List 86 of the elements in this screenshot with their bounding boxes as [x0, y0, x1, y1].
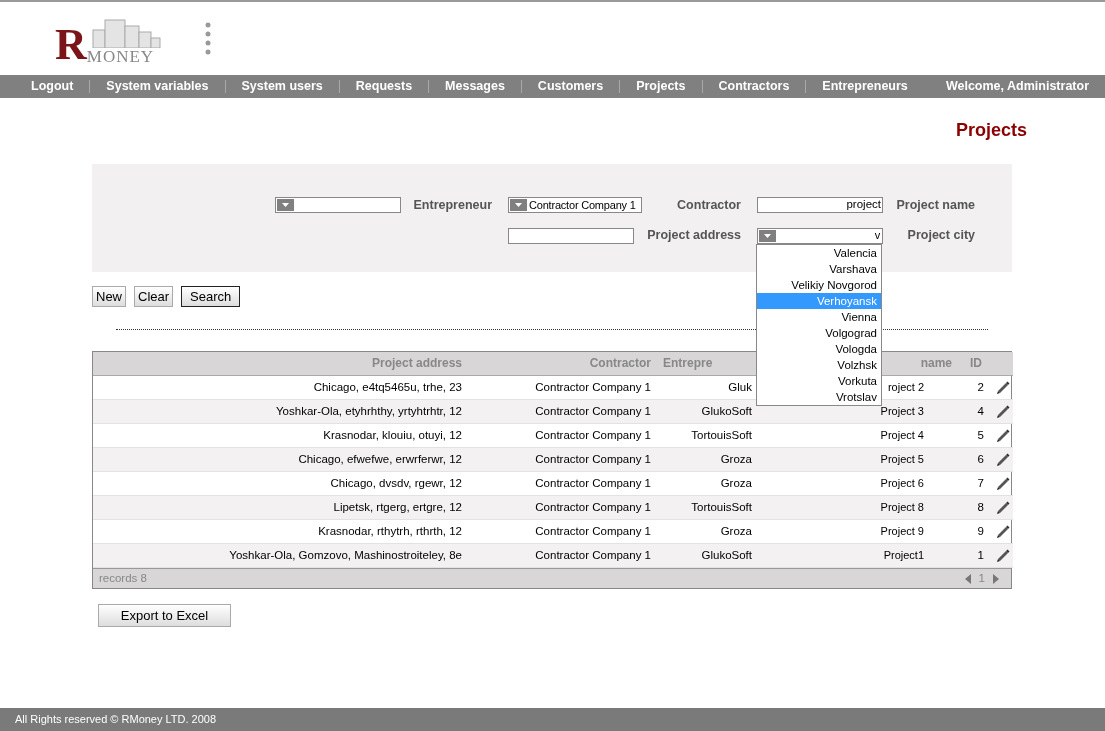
table-cell: Contractor Company 1 — [468, 543, 657, 568]
page-title: Projects — [954, 119, 1028, 142]
table-cell: Project 9 — [758, 519, 958, 544]
dropdown-field[interactable]: Contractor Company 1 — [508, 196, 642, 213]
table-cell: Gluk — [657, 375, 758, 400]
table-cell: Project 8 — [758, 495, 958, 520]
nav-link-item[interactable]: Logout — [15, 80, 90, 93]
table-cell: Krasnodar, klouiu, otuyi, 12 — [93, 423, 468, 448]
pencil-icon[interactable] — [995, 475, 1011, 492]
table-cell: Chicago, e4tq5465u, trhe, 23 — [93, 375, 468, 400]
dropdown-field[interactable]: v — [757, 227, 883, 244]
table-cell: Contractor Company 1 — [468, 399, 657, 424]
input-field[interactable] — [508, 227, 634, 244]
table-cell: 9 — [958, 519, 988, 544]
table-cell: Contractor Company 1 — [468, 471, 657, 496]
action-button[interactable]: Search — [181, 285, 241, 307]
pencil-icon[interactable] — [995, 547, 1011, 564]
table-cell: Contractor Company 1 — [468, 519, 657, 544]
table-cell: GlukoSoft — [657, 543, 758, 568]
table-cell: Chicago, efwefwe, erwrferwr, 12 — [93, 447, 468, 472]
dropdown-option[interactable]: Valencia — [757, 244, 881, 261]
next-page-icon[interactable] — [992, 573, 999, 584]
table-cell: 5 — [958, 423, 988, 448]
table-cell: Project1 — [758, 543, 958, 568]
table-cell: Project 4 — [758, 423, 958, 448]
table-cell: TortouisSoft — [657, 495, 758, 520]
action-button[interactable]: New — [92, 285, 126, 307]
nav-link-item[interactable]: Projects — [619, 80, 702, 93]
dropdown-option[interactable]: Volzhsk — [757, 356, 881, 373]
table-cell: 7 — [958, 471, 988, 496]
previous-page-icon[interactable] — [964, 573, 972, 584]
table-cell: Groza — [657, 519, 758, 544]
table-cell: 4 — [958, 399, 988, 424]
pencil-icon[interactable] — [995, 379, 1011, 396]
welcome-text: Welcome, Administrator — [945, 80, 1089, 93]
table-cell: Contractor Company 1 — [468, 495, 657, 520]
pencil-icon[interactable] — [995, 523, 1011, 540]
vertical-dots-icon — [204, 21, 211, 56]
dropdown-option[interactable]: Vorkuta — [757, 372, 881, 389]
logo-word: MONEY — [86, 47, 155, 65]
dropdown-option[interactable]: Volgograd — [757, 324, 881, 341]
nav-link-item[interactable]: System users — [224, 80, 339, 93]
dropdown-option[interactable]: Varshava — [757, 260, 881, 277]
table-cell: GlukoSoft — [657, 399, 758, 424]
nav-link-item[interactable]: Messages — [428, 80, 521, 93]
table-cell: 6 — [958, 447, 988, 472]
nav-link-item[interactable]: Requests — [338, 80, 429, 93]
table-cell: 2 — [958, 375, 988, 400]
export-button[interactable]: Export to Excel — [98, 604, 231, 628]
dropdown-option[interactable]: Vienna — [757, 308, 881, 325]
nav-link-item[interactable]: Contractors — [701, 80, 806, 93]
table-cell: Groza — [657, 447, 758, 472]
dropdown-field[interactable] — [275, 196, 401, 213]
table-cell: Krasnodar, rthytrh, rthrth, 12 — [93, 519, 468, 544]
pencil-icon[interactable] — [995, 451, 1011, 468]
table-cell: TortouisSoft — [657, 423, 758, 448]
filter-label: Entrepreneur — [412, 196, 493, 214]
filter-label: Project address — [646, 227, 742, 245]
table-cell: 1 — [958, 543, 988, 568]
table-cell: Yoshkar-Ola, Gomzovo, Mashinostroiteley, 8e — [93, 543, 468, 568]
table-cell: 8 — [958, 495, 988, 520]
pencil-icon[interactable] — [995, 499, 1011, 516]
filter-label: Project city — [906, 227, 976, 245]
input-field[interactable]: project — [757, 196, 883, 213]
filter-label: Project name — [895, 196, 976, 214]
table-cell: Lipetsk, rtgerg, ertgre, 12 — [93, 495, 468, 520]
table-cell: Groza — [657, 471, 758, 496]
records-count: records 8 — [99, 570, 147, 586]
table-cell: Contractor Company 1 — [468, 423, 657, 448]
filter-label: Contractor — [676, 196, 742, 214]
table-cell: Contractor Company 1 — [468, 375, 657, 400]
pencil-icon[interactable] — [995, 427, 1011, 444]
dropdown-option[interactable]: Velikiy Novgorod — [757, 276, 881, 293]
table-cell: Contractor Company 1 — [468, 447, 657, 472]
nav-link-item[interactable]: Entrepreneurs — [805, 80, 924, 93]
dropdown-option[interactable]: Vologda — [757, 340, 881, 357]
pencil-icon[interactable] — [995, 403, 1011, 420]
table-cell: Project 5 — [758, 447, 958, 472]
logo-initial: R — [55, 24, 87, 65]
nav-link-item[interactable]: System variables — [89, 80, 225, 93]
copyright-text: All Rights reserved © RMoney LTD. 2008 — [15, 712, 217, 728]
table-cell: Chicago, dvsdv, rgewr, 12 — [93, 471, 468, 496]
table-cell: Project 6 — [758, 471, 958, 496]
table-cell: Yoshkar-Ola, etyhrhthy, yrtyhtrhtr, 12 — [93, 399, 468, 424]
nav-link-item[interactable]: Customers — [520, 80, 620, 93]
action-button[interactable]: Clear — [134, 285, 174, 307]
